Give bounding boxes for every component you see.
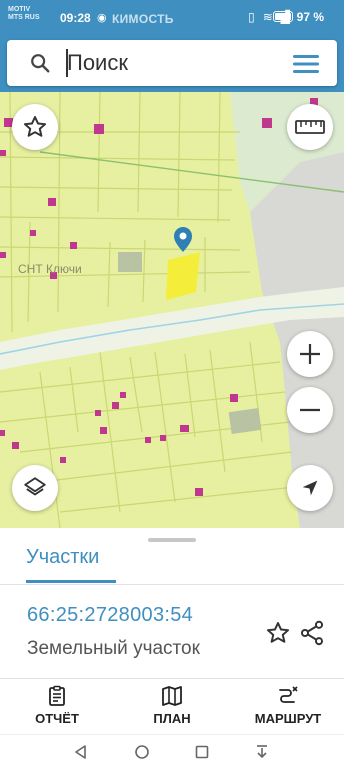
back-icon[interactable] bbox=[72, 743, 90, 761]
search-input[interactable] bbox=[67, 46, 267, 80]
share-icon[interactable] bbox=[298, 619, 326, 647]
operator-top: MOTIV bbox=[8, 6, 31, 13]
route-label: МАРШРУТ bbox=[254, 711, 322, 726]
status-bar: MOTIV MTS RUS 09:28 ◉ КИМОСТЬ ▯ ≋ ▟ 97 % bbox=[0, 0, 344, 36]
object-type: Земельный участок bbox=[27, 638, 200, 659]
report-label: ОТЧЁТ bbox=[35, 711, 79, 726]
map-canvas[interactable] bbox=[0, 92, 344, 528]
search-bar[interactable] bbox=[7, 40, 337, 86]
operator-bottom: MTS RUS bbox=[8, 14, 40, 21]
zoom-in-button[interactable] bbox=[287, 331, 333, 377]
map-view[interactable]: СНТ Ключи bbox=[0, 92, 344, 528]
divider bbox=[0, 678, 344, 679]
sheet-drag-handle[interactable] bbox=[148, 538, 196, 542]
search-icon[interactable] bbox=[29, 52, 51, 74]
favorite-star-icon[interactable] bbox=[265, 620, 291, 646]
tab-indicator bbox=[26, 580, 116, 583]
clock: 09:28 bbox=[60, 11, 91, 25]
minus-icon bbox=[300, 408, 320, 412]
settlement-label: СНТ Ключи bbox=[18, 262, 82, 276]
battery: 97 % bbox=[272, 10, 324, 24]
app-header: MOTIV MTS RUS 09:28 ◉ КИМОСТЬ ▯ ≋ ▟ 97 % bbox=[0, 0, 344, 92]
plus-icon bbox=[300, 344, 320, 364]
hide-keyboard-icon[interactable] bbox=[253, 743, 271, 761]
home-icon[interactable] bbox=[133, 743, 151, 761]
recents-icon[interactable] bbox=[193, 743, 211, 761]
ruler-icon bbox=[295, 120, 325, 134]
layers-icon bbox=[24, 477, 46, 496]
route-icon bbox=[279, 686, 298, 703]
operator-label: MOTIV MTS RUS bbox=[8, 6, 40, 22]
my-location-button[interactable] bbox=[287, 465, 333, 511]
vibrate-icon: ▯ bbox=[248, 10, 255, 24]
app-name-overlay: КИМОСТЬ bbox=[112, 12, 174, 26]
zoom-out-button[interactable] bbox=[287, 387, 333, 433]
cadastral-number[interactable]: 66:25:2728003:54 bbox=[27, 604, 193, 627]
menu-icon[interactable] bbox=[293, 54, 319, 74]
divider bbox=[0, 584, 344, 585]
eye-icon: ◉ bbox=[97, 12, 107, 24]
layers-button[interactable] bbox=[12, 465, 58, 511]
ruler-button[interactable] bbox=[287, 104, 333, 150]
report-icon bbox=[49, 685, 65, 706]
favorites-button[interactable] bbox=[12, 104, 58, 150]
report-button[interactable]: ОТЧЁТ bbox=[22, 684, 92, 732]
battery-percent: 97 % bbox=[296, 10, 324, 24]
plan-label: ПЛАН bbox=[153, 711, 191, 726]
wifi-icon: ≋ bbox=[262, 10, 273, 24]
system-navigation-bar bbox=[0, 734, 344, 768]
bottom-sheet[interactable]: Участки 66:25:2728003:54 Земельный участ… bbox=[0, 528, 344, 734]
route-button[interactable]: МАРШРУТ bbox=[240, 684, 336, 732]
battery-icon bbox=[272, 11, 293, 22]
plan-button[interactable]: ПЛАН bbox=[137, 684, 207, 732]
map-icon bbox=[162, 686, 182, 706]
tab-parcels[interactable]: Участки bbox=[26, 546, 99, 569]
navigation-arrow-icon bbox=[302, 480, 318, 496]
star-icon bbox=[23, 116, 47, 137]
